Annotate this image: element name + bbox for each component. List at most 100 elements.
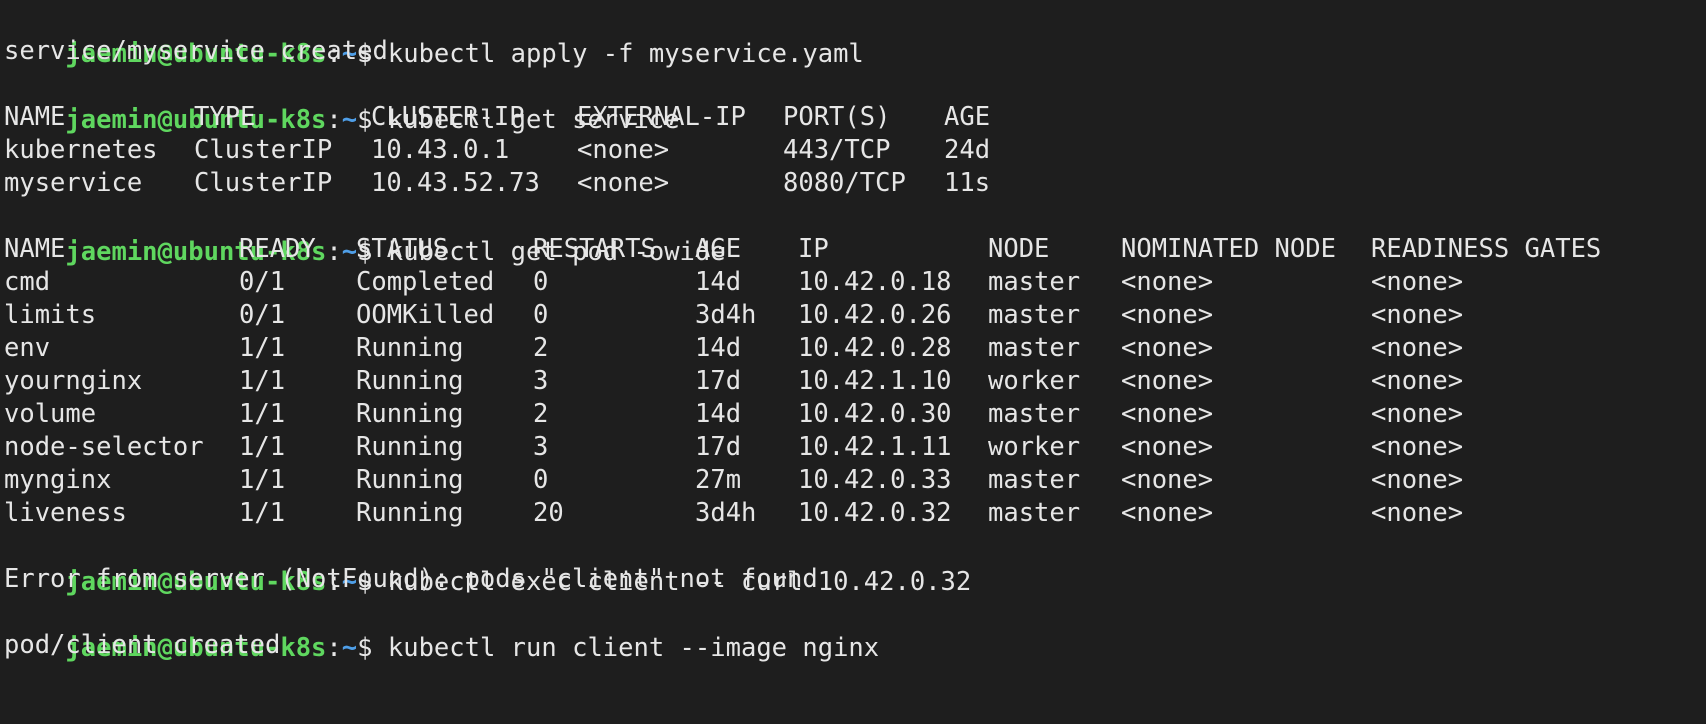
table-cell: myservice bbox=[4, 168, 143, 198]
table-cell: 11s bbox=[944, 168, 991, 198]
column-header: EXTERNAL-IP bbox=[577, 102, 746, 132]
terminal-window[interactable]: jaemin@ubuntu-k8s:~$ kubectl apply -f my… bbox=[0, 0, 1706, 724]
table-cell: kubernetes bbox=[4, 135, 158, 165]
prompt-colon: : bbox=[326, 633, 342, 663]
table-cell: <none> bbox=[577, 168, 670, 198]
prompt-path: ~ bbox=[341, 633, 358, 663]
table-cell: yournginx bbox=[4, 366, 143, 396]
table-cell: 10.42.0.32 bbox=[798, 498, 952, 528]
table-cell: <none> bbox=[1371, 432, 1464, 462]
table-cell: 10.42.1.11 bbox=[798, 432, 952, 462]
column-header: NAME bbox=[4, 234, 66, 264]
column-header: PORT(S) bbox=[783, 102, 891, 132]
column-header: AGE bbox=[695, 234, 742, 264]
prompt-line: jaemin@ubuntu-k8s:~$ kubectl apply -f my… bbox=[4, 0, 863, 69]
table-cell: mynginx bbox=[4, 465, 112, 495]
table-cell: 17d bbox=[695, 432, 742, 462]
table-cell: 10.42.0.30 bbox=[798, 399, 952, 429]
table-cell: master bbox=[988, 399, 1081, 429]
table-cell: 10.42.1.10 bbox=[798, 366, 952, 396]
table-cell: <none> bbox=[1371, 465, 1464, 495]
table-cell: 443/TCP bbox=[783, 135, 891, 165]
table-cell: worker bbox=[988, 432, 1081, 462]
table-cell: <none> bbox=[1371, 498, 1464, 528]
table-cell: 24d bbox=[944, 135, 991, 165]
table-cell: Running bbox=[356, 333, 464, 363]
table-row: myservice ClusterIP 10.43.52.73 <none> 8… bbox=[4, 165, 990, 201]
table-cell: 0/1 bbox=[239, 267, 286, 297]
table-cell: 8080/TCP bbox=[783, 168, 906, 198]
prompt-line: jaemin@ubuntu-k8s:~$ kubectl exec client… bbox=[4, 528, 971, 597]
table-cell: 10.42.0.26 bbox=[798, 300, 952, 330]
table-cell: ClusterIP bbox=[194, 168, 333, 198]
table-cell: 2 bbox=[533, 399, 549, 429]
table-cell: liveness bbox=[4, 498, 127, 528]
table-cell: 27m bbox=[695, 465, 742, 495]
column-header: CLUSTER-IP bbox=[371, 102, 525, 132]
table-cell: 10.43.0.1 bbox=[371, 135, 510, 165]
table-cell: 10.42.0.33 bbox=[798, 465, 952, 495]
table-cell: node-selector bbox=[4, 432, 204, 462]
prompt-symbol: $ bbox=[357, 633, 388, 663]
column-header: NODE bbox=[988, 234, 1050, 264]
column-header: IP bbox=[798, 234, 829, 264]
table-cell: <none> bbox=[1121, 498, 1214, 528]
table-cell: 17d bbox=[695, 366, 742, 396]
table-cell: worker bbox=[988, 366, 1081, 396]
table-cell: 3 bbox=[533, 366, 549, 396]
table-cell: 10.42.0.18 bbox=[798, 267, 952, 297]
table-cell: <none> bbox=[1371, 399, 1464, 429]
table-cell: volume bbox=[4, 399, 97, 429]
table-cell: 0 bbox=[533, 300, 549, 330]
table-row: liveness 1/1 Running 20 3d4h 10.42.0.32 … bbox=[4, 495, 1463, 531]
prompt-line: jaemin@ubuntu-k8s:~$ kubectl get pod -ow… bbox=[4, 198, 725, 267]
output-line: service/myservice created bbox=[4, 36, 388, 66]
column-header: READINESS GATES bbox=[1371, 234, 1602, 264]
table-cell: Running bbox=[356, 432, 464, 462]
output-line: pod/client created bbox=[4, 630, 281, 660]
table-cell: <none> bbox=[1121, 399, 1214, 429]
table-cell: 0 bbox=[533, 465, 549, 495]
table-row: limits 0/1 OOMKilled 0 3d4h 10.42.0.26 m… bbox=[4, 297, 1463, 333]
table-cell: 3 bbox=[533, 432, 549, 462]
table-cell: <none> bbox=[1371, 366, 1464, 396]
column-header: NAME bbox=[4, 102, 66, 132]
table-cell: master bbox=[988, 333, 1081, 363]
table-cell: master bbox=[988, 267, 1081, 297]
table-cell: 14d bbox=[695, 333, 742, 363]
table-cell: <none> bbox=[577, 135, 670, 165]
column-header: READY bbox=[239, 234, 316, 264]
table-row: cmd 0/1 Completed 0 14d 10.42.0.18 maste… bbox=[4, 264, 1463, 300]
table-cell: 1/1 bbox=[239, 333, 286, 363]
table-cell: <none> bbox=[1371, 333, 1464, 363]
table-cell: ClusterIP bbox=[194, 135, 333, 165]
prompt-colon: : bbox=[326, 237, 342, 267]
table-row: env 1/1 Running 2 14d 10.42.0.28 master … bbox=[4, 330, 1463, 366]
command-text: kubectl run client --image nginx bbox=[387, 633, 880, 663]
table-cell: OOMKilled bbox=[356, 300, 495, 330]
table-cell: 1/1 bbox=[239, 465, 286, 495]
table-cell: 20 bbox=[533, 498, 564, 528]
table-cell: <none> bbox=[1121, 465, 1214, 495]
table-cell: Completed bbox=[356, 267, 495, 297]
table-row: kubernetes ClusterIP 10.43.0.1 <none> 44… bbox=[4, 132, 990, 168]
prompt-path: ~ bbox=[341, 105, 358, 135]
table-cell: <none> bbox=[1371, 267, 1464, 297]
prompt-colon: : bbox=[326, 105, 342, 135]
table-cell: <none> bbox=[1121, 366, 1214, 396]
column-header: STATUS bbox=[356, 234, 449, 264]
column-header: RESTARTS bbox=[533, 234, 656, 264]
table-cell: <none> bbox=[1121, 333, 1214, 363]
table-cell: master bbox=[988, 465, 1081, 495]
table-row: yournginx 1/1 Running 3 17d 10.42.1.10 w… bbox=[4, 363, 1463, 399]
error-output-line: Error from server (NotFound): pods "clie… bbox=[4, 564, 818, 594]
column-header: NOMINATED NODE bbox=[1121, 234, 1336, 264]
column-header: AGE bbox=[944, 102, 991, 132]
table-cell: master bbox=[988, 498, 1081, 528]
table-cell: 1/1 bbox=[239, 366, 286, 396]
table-row: volume 1/1 Running 2 14d 10.42.0.30 mast… bbox=[4, 396, 1463, 432]
prompt-line: jaemin@ubuntu-k8s:~$ kubectl get service bbox=[4, 66, 679, 135]
service-table-header: NAME TYPE CLUSTER-IP EXTERNAL-IP PORT(S)… bbox=[4, 99, 990, 135]
table-cell: 3d4h bbox=[695, 300, 757, 330]
table-cell: 14d bbox=[695, 267, 742, 297]
